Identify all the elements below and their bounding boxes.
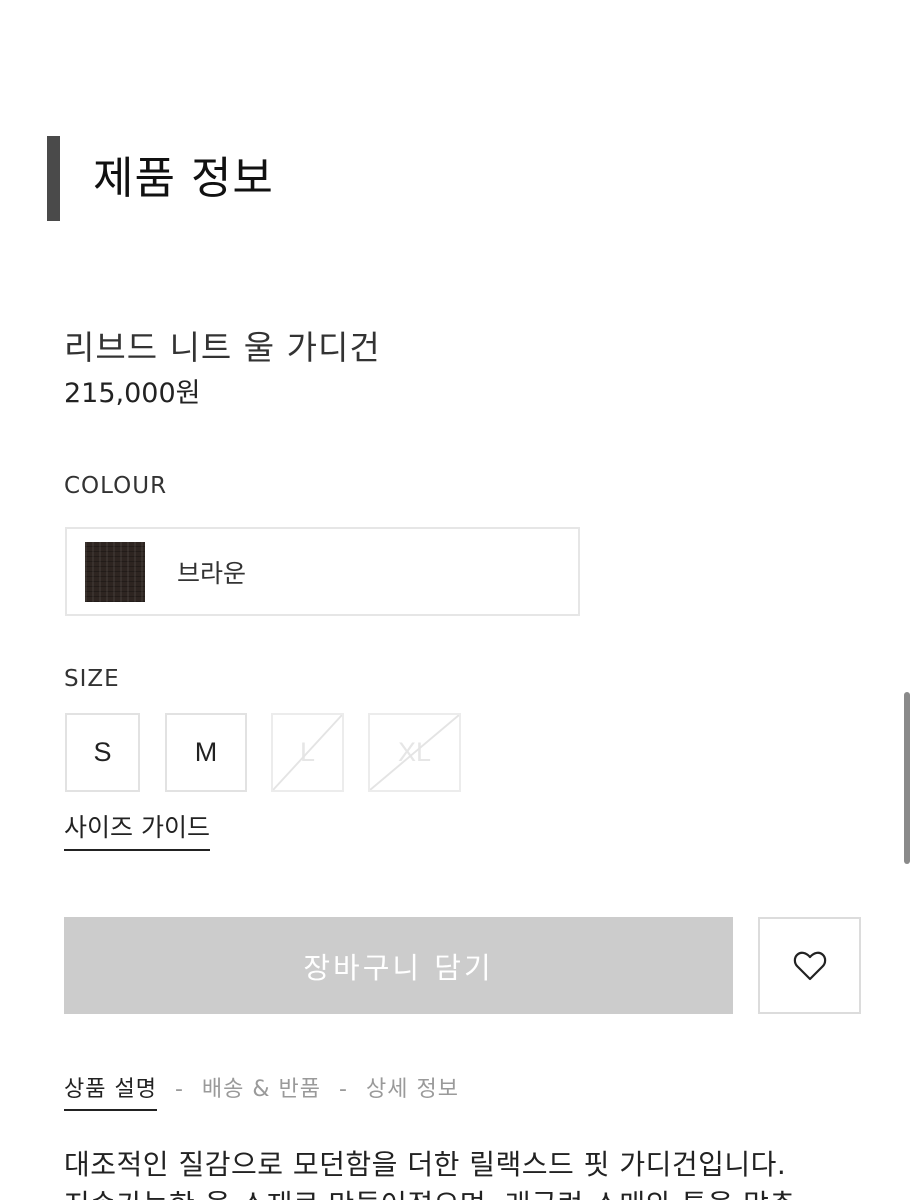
description-line: 지속가능한 울 소재로 만들어졌으며, 래글런 소매와 톤을 맞춘 [64, 1185, 864, 1200]
tab-shipping-returns[interactable]: 배송 & 반품 [202, 1077, 321, 1103]
wishlist-button[interactable] [758, 917, 861, 1014]
size-option-xl-unavailable: XL [368, 713, 461, 792]
colour-name: 브라운 [177, 558, 247, 588]
size-option-m[interactable]: M [165, 713, 247, 792]
size-option-l-unavailable: L [271, 713, 344, 792]
product-detail-tabs: 상품 설명 - 배송 & 반품 - 상세 정보 [64, 1077, 459, 1112]
product-name: 리브드 니트 울 가디건 [64, 328, 381, 367]
tab-separator: - [339, 1077, 348, 1102]
section-accent-bar [47, 136, 60, 221]
scrollbar[interactable] [904, 692, 910, 864]
size-option-s[interactable]: S [65, 713, 140, 792]
section-header: 제품 정보 [47, 136, 274, 221]
colour-label: COLOUR [64, 473, 168, 499]
size-option-label: M [194, 737, 218, 767]
strikethrough-icon [273, 715, 342, 790]
add-to-cart-button[interactable]: 장바구니 담기 [64, 917, 733, 1014]
colour-selector[interactable]: 브라운 [65, 527, 580, 616]
section-title: 제품 정보 [93, 152, 274, 204]
description-line: 대조적인 질감으로 모던함을 더한 릴랙스드 핏 가디건입니다. [64, 1148, 787, 1181]
colour-swatch [85, 541, 145, 602]
size-option-label: S [93, 737, 112, 767]
product-price: 215,000원 [64, 378, 201, 409]
strikethrough-icon [370, 715, 459, 790]
tab-product-description[interactable]: 상품 설명 [64, 1077, 157, 1112]
product-info-page: 제품 정보 리브드 니트 울 가디건 215,000원 COLOUR 브라운 S… [0, 0, 920, 1200]
heart-icon [793, 951, 826, 980]
tab-details[interactable]: 상세 정보 [366, 1077, 459, 1103]
product-description: 대조적인 질감으로 모던함을 더한 릴랙스드 핏 가디건입니다. 지속가능한 울… [64, 1145, 864, 1200]
size-guide-link[interactable]: 사이즈 가이드 [64, 813, 210, 851]
size-label: SIZE [64, 666, 120, 692]
tab-separator: - [174, 1077, 184, 1102]
